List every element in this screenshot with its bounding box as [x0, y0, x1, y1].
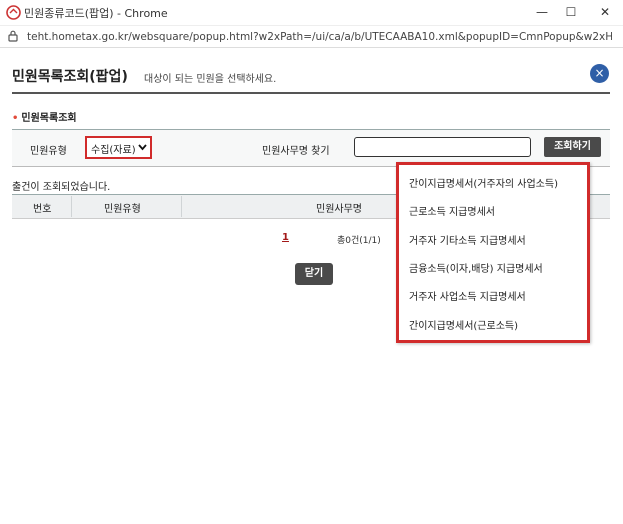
- header-divider: [12, 92, 610, 94]
- address-bar: teht.hometax.go.kr/websquare/popup.html?…: [0, 26, 623, 48]
- column-header-office: 민원사무명: [316, 204, 362, 215]
- civil-type-dropdown-list: 간이지급명세서(거주자의 사업소득) 근로소득 지급명세서 거주자 기타소득 지…: [396, 162, 590, 343]
- url-text[interactable]: teht.hometax.go.kr/websquare/popup.html?…: [27, 31, 612, 43]
- window-title: 민원종류코드(팝업) - Chrome: [24, 7, 168, 20]
- column-divider: [71, 196, 72, 217]
- hometax-icon: [6, 5, 21, 20]
- civil-type-label: 민원유형: [30, 146, 67, 157]
- window-close-button[interactable]: ✕: [594, 3, 616, 21]
- dropdown-option[interactable]: 간이지급명세서(근로소득): [409, 317, 518, 332]
- result-message: 출건이 조회되었습니다.: [12, 182, 111, 193]
- civil-type-selected: 수집(자료): [91, 145, 136, 156]
- dropdown-option[interactable]: 금융소득(이자,배당) 지급명세서: [409, 260, 543, 275]
- dropdown-option[interactable]: 간이지급명세서(거주자의 사업소득): [409, 175, 558, 190]
- popup-subtitle: 대상이 되는 민원을 선택하세요.: [144, 74, 277, 85]
- section-title-text: 민원목록조회: [21, 113, 77, 124]
- office-name-input[interactable]: [354, 137, 531, 157]
- pager-page-1[interactable]: 1: [282, 232, 289, 243]
- search-button[interactable]: 조회하기: [544, 137, 601, 157]
- civil-type-select[interactable]: 수집(자료): [85, 136, 152, 159]
- column-header-number: 번호: [33, 204, 52, 215]
- dropdown-option[interactable]: 거주자 기타소득 지급명세서: [409, 232, 526, 247]
- office-name-label: 민원사무명 찾기: [262, 146, 330, 157]
- section-bullet-icon: •: [12, 113, 19, 124]
- chevron-down-icon: [138, 140, 147, 157]
- dropdown-option[interactable]: 거주자 사업소득 지급명세서: [409, 288, 526, 303]
- site-info-icon[interactable]: [6, 29, 20, 43]
- minimize-button[interactable]: —: [531, 3, 553, 21]
- window-titlebar: 민원종류코드(팝업) - Chrome — ☐ ✕: [0, 0, 623, 26]
- popup-close-icon[interactable]: ×: [590, 64, 609, 83]
- maximize-button[interactable]: ☐: [560, 3, 582, 21]
- column-divider: [181, 196, 182, 217]
- section-title: • 민원목록조회: [12, 109, 77, 124]
- popup-title: 민원목록조회(팝업): [12, 69, 128, 85]
- pager-total: 총0건(1/1): [337, 236, 381, 246]
- column-header-type: 민원유형: [104, 204, 141, 215]
- dropdown-option[interactable]: 근로소득 지급명세서: [409, 203, 495, 218]
- close-button[interactable]: 닫기: [295, 263, 333, 285]
